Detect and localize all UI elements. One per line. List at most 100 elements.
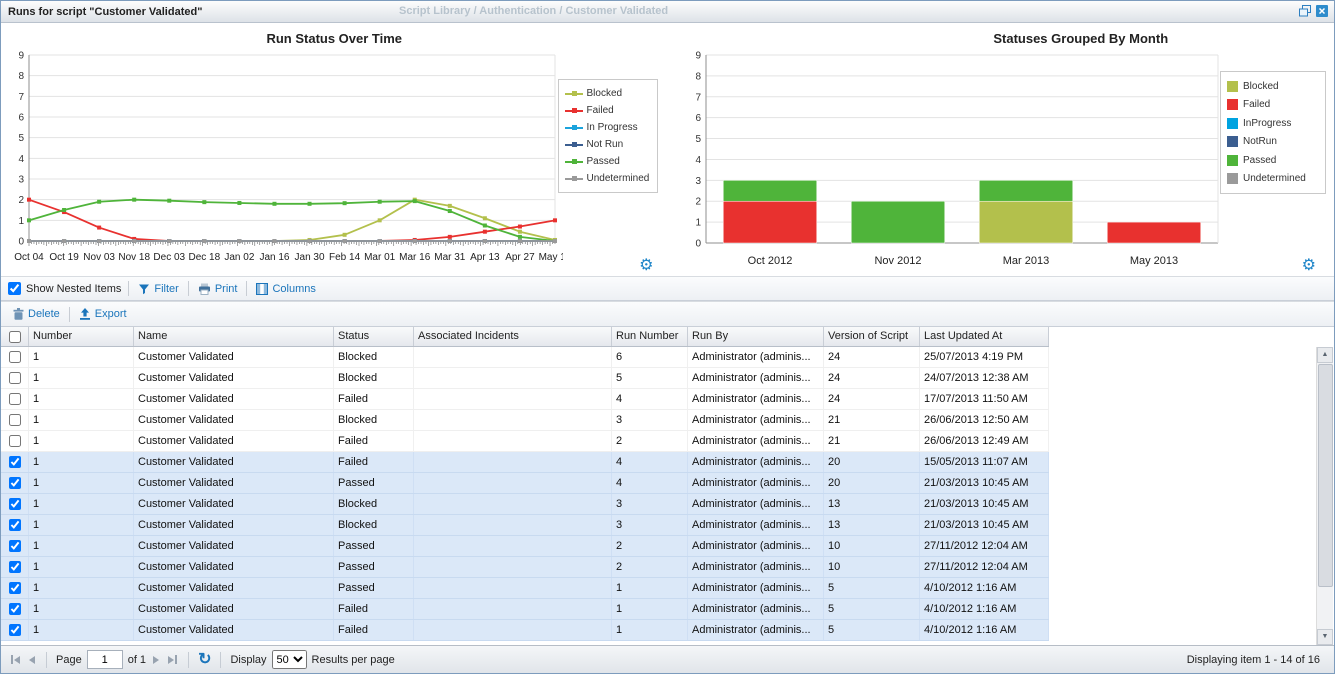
close-button[interactable]	[1315, 4, 1329, 18]
restore-icon	[1299, 5, 1311, 17]
column-header-name[interactable]: Name	[134, 327, 334, 346]
columns-button[interactable]: Columns	[254, 283, 317, 295]
cell-version-of-script: 13	[824, 515, 920, 535]
cell-number: 1	[29, 431, 134, 451]
svg-text:Jan 16: Jan 16	[259, 252, 289, 263]
page-number-input[interactable]	[87, 650, 123, 669]
svg-text:5: 5	[18, 133, 24, 144]
cell-run-number: 2	[612, 557, 688, 577]
pager-separator	[46, 652, 47, 668]
column-header-run-by[interactable]: Run By	[688, 327, 824, 346]
column-header-associated-incidents[interactable]: Associated Incidents	[414, 327, 612, 346]
delete-button[interactable]: Delete	[11, 308, 62, 320]
export-button[interactable]: Export	[77, 308, 129, 320]
line-chart-panel: Run Status Over Time 0123456789Oct 04Oct…	[1, 23, 668, 276]
cell-associated-incidents	[414, 347, 612, 367]
cell-run-number: 2	[612, 536, 688, 556]
last-page-button[interactable]	[166, 655, 179, 664]
scroll-down-arrow-icon[interactable]: ▼	[1317, 629, 1333, 645]
table-row[interactable]: 1Customer ValidatedPassed2Administrator …	[1, 557, 1049, 578]
table-row[interactable]: 1Customer ValidatedPassed2Administrator …	[1, 536, 1049, 557]
table-row[interactable]: 1Customer ValidatedFailed4Administrator …	[1, 389, 1049, 410]
column-header-status[interactable]: Status	[334, 327, 414, 346]
row-checkbox[interactable]	[9, 603, 21, 615]
svg-text:Apr 27: Apr 27	[505, 252, 535, 263]
legend-item: NotRun	[1227, 133, 1319, 152]
vertical-scrollbar[interactable]: ▲ ▼	[1316, 347, 1333, 645]
previous-page-button[interactable]	[27, 656, 37, 664]
table-row[interactable]: 1Customer ValidatedBlocked6Administrator…	[1, 347, 1049, 368]
row-checkbox[interactable]	[9, 414, 21, 426]
row-checkbox[interactable]	[9, 435, 21, 447]
row-checkbox-cell	[1, 599, 29, 619]
line-chart-legend: BlockedFailedIn ProgressNot RunPassedUnd…	[558, 79, 658, 193]
table-row[interactable]: 1Customer ValidatedFailed1Administrator …	[1, 620, 1049, 641]
cell-number: 1	[29, 536, 134, 556]
cell-last-updated-at: 24/07/2013 12:38 AM	[920, 368, 1049, 388]
cell-run-number: 2	[612, 431, 688, 451]
row-checkbox[interactable]	[9, 393, 21, 405]
svg-text:Nov 18: Nov 18	[118, 252, 150, 263]
legend-swatch-icon	[1227, 136, 1238, 147]
cell-associated-incidents	[414, 557, 612, 577]
svg-text:8: 8	[695, 71, 701, 82]
refresh-icon[interactable]: ↻	[198, 652, 211, 668]
row-checkbox[interactable]	[9, 561, 21, 573]
row-checkbox[interactable]	[9, 624, 21, 636]
cell-version-of-script: 10	[824, 557, 920, 577]
legend-item: InProgress	[1227, 114, 1319, 133]
row-checkbox[interactable]	[9, 519, 21, 531]
cell-associated-incidents	[414, 515, 612, 535]
cell-associated-incidents	[414, 578, 612, 598]
row-checkbox[interactable]	[9, 351, 21, 363]
select-all-checkbox[interactable]	[9, 331, 21, 343]
row-checkbox[interactable]	[9, 582, 21, 594]
column-header-last-updated-at[interactable]: Last Updated At	[920, 327, 1049, 346]
table-row[interactable]: 1Customer ValidatedFailed2Administrator …	[1, 431, 1049, 452]
table-row[interactable]: 1Customer ValidatedPassed1Administrator …	[1, 578, 1049, 599]
legend-swatch-icon	[1227, 81, 1238, 92]
table-row[interactable]: 1Customer ValidatedBlocked5Administrator…	[1, 368, 1049, 389]
svg-text:6: 6	[695, 113, 701, 124]
table-row[interactable]: 1Customer ValidatedFailed1Administrator …	[1, 599, 1049, 620]
filter-button[interactable]: Filter	[136, 283, 180, 295]
line-chart-settings-gear-icon[interactable]: ⚙	[639, 258, 653, 274]
print-button[interactable]: Print	[196, 283, 240, 295]
cell-associated-incidents	[414, 410, 612, 430]
cell-status: Blocked	[334, 494, 414, 514]
next-page-button[interactable]	[151, 656, 161, 664]
table-row[interactable]: 1Customer ValidatedPassed4Administrator …	[1, 473, 1049, 494]
page-size-select[interactable]: 50	[272, 650, 307, 669]
show-nested-items-checkbox[interactable]	[8, 282, 21, 295]
dialog-titlebar: Runs for script "Customer Validated" Scr…	[1, 1, 1334, 23]
table-row[interactable]: 1Customer ValidatedBlocked3Administrator…	[1, 515, 1049, 536]
column-header-number[interactable]: Number	[29, 327, 134, 346]
cell-last-updated-at: 26/06/2013 12:49 AM	[920, 431, 1049, 451]
toolbar-separator	[69, 307, 70, 322]
table-row[interactable]: 1Customer ValidatedFailed4Administrator …	[1, 452, 1049, 473]
grid-options-toolbar: Show Nested Items Filter Print Column	[1, 276, 1334, 301]
row-checkbox[interactable]	[9, 498, 21, 510]
scrollbar-thumb[interactable]	[1318, 364, 1333, 587]
cell-run-by: Administrator (adminis...	[688, 410, 824, 430]
svg-text:Feb 14: Feb 14	[329, 252, 361, 263]
cell-associated-incidents	[414, 536, 612, 556]
table-row[interactable]: 1Customer ValidatedBlocked3Administrator…	[1, 410, 1049, 431]
row-checkbox[interactable]	[9, 372, 21, 384]
cell-name: Customer Validated	[134, 473, 334, 493]
restore-button[interactable]	[1298, 4, 1312, 18]
column-header-version-of-script[interactable]: Version of Script	[824, 327, 920, 346]
svg-text:Jan 30: Jan 30	[295, 252, 325, 263]
legend-label: Failed	[587, 105, 614, 116]
first-page-button[interactable]	[9, 655, 22, 664]
row-checkbox[interactable]	[9, 540, 21, 552]
column-header-run-number[interactable]: Run Number	[612, 327, 688, 346]
row-checkbox[interactable]	[9, 456, 21, 468]
background-breadcrumb: Script Library / Authentication / Custom…	[399, 5, 668, 17]
cell-last-updated-at: 21/03/2013 10:45 AM	[920, 515, 1049, 535]
bar-chart-settings-gear-icon[interactable]: ⚙	[1302, 258, 1316, 274]
row-checkbox[interactable]	[9, 477, 21, 489]
scroll-up-arrow-icon[interactable]: ▲	[1317, 347, 1333, 363]
table-row[interactable]: 1Customer ValidatedBlocked3Administrator…	[1, 494, 1049, 515]
cell-number: 1	[29, 620, 134, 640]
